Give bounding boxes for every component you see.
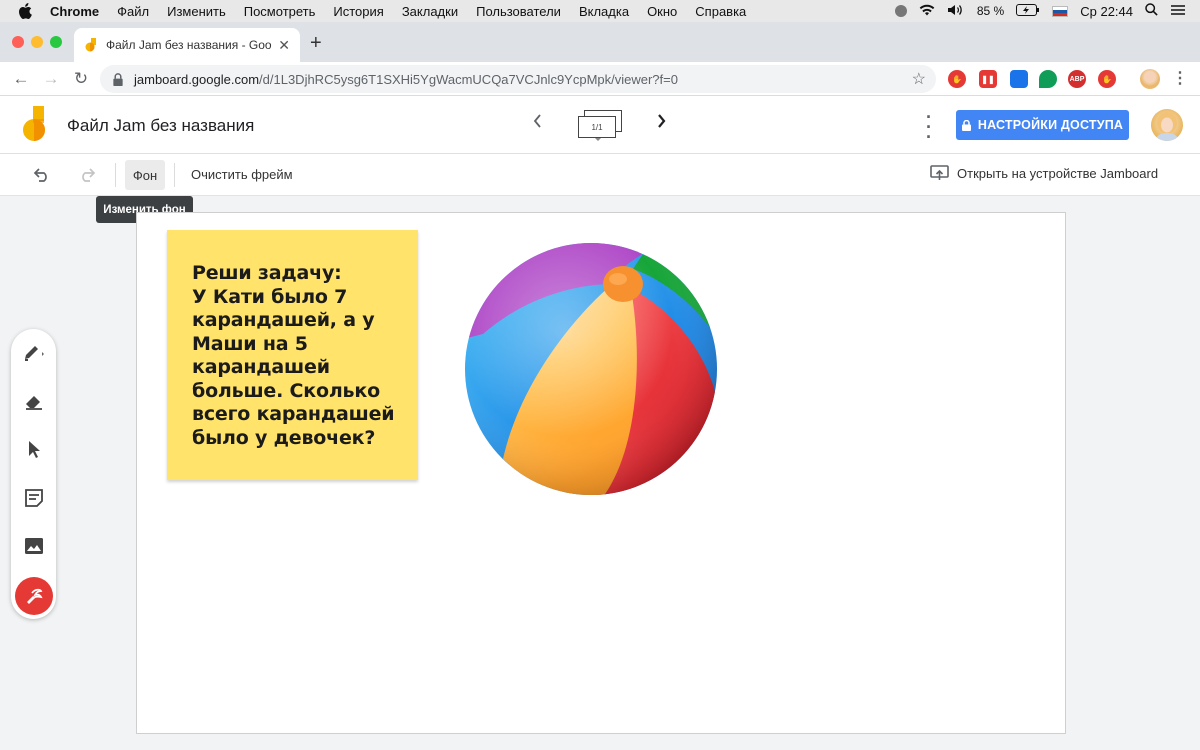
jam-frame-canvas[interactable]: Реши задачу: У Кати было 7 карандашей, а… (136, 212, 1066, 734)
next-frame-icon[interactable] (657, 113, 667, 134)
toolbar-divider (115, 163, 116, 187)
clock[interactable]: Ср 22:44 (1080, 4, 1133, 19)
clear-frame-button[interactable]: Очистить фрейм (191, 167, 293, 182)
control-center-icon[interactable] (1170, 4, 1186, 19)
menu-people[interactable]: Пользователи (476, 4, 561, 19)
menu-app-name[interactable]: Chrome (50, 4, 99, 19)
share-settings-button[interactable]: НАСТРОЙКИ ДОСТУПА (956, 110, 1129, 140)
extension-adblock-icon[interactable]: ABP (1068, 70, 1086, 88)
select-cursor-icon[interactable] (22, 437, 46, 461)
menu-bookmarks[interactable]: Закладки (402, 4, 458, 19)
browser-tab-strip: Файл Jam без названия - Goo ✕ + (0, 22, 1200, 62)
jamboard-header: Файл Jam без названия 1/1 · · · НАСТРОЙКИ … (0, 96, 1200, 154)
menu-view[interactable]: Посмотреть (244, 4, 316, 19)
more-options-icon[interactable]: · · · (922, 108, 936, 146)
extension-hangouts-icon[interactable] (1039, 70, 1057, 88)
close-window-button[interactable] (12, 36, 24, 48)
jamboard-favicon-icon (85, 38, 96, 52)
chevron-down-icon (595, 138, 601, 141)
volume-icon[interactable] (947, 4, 965, 19)
extension-pause-icon[interactable]: ❚❚ (979, 70, 997, 88)
laser-icon (27, 588, 43, 604)
tab-title: Файл Jam без названия - Goo (106, 38, 272, 52)
lock-icon[interactable] (112, 72, 124, 86)
url-host: jamboard.google.com (134, 71, 260, 87)
open-on-jamboard-label: Открыть на устройстве Jamboard (957, 166, 1159, 181)
menu-file[interactable]: Файл (117, 4, 149, 19)
beach-ball-image[interactable] (463, 239, 723, 497)
open-on-jamboard-button[interactable]: Открыть на устройстве Jamboard (930, 165, 1158, 182)
cast-to-device-icon (930, 165, 949, 180)
tool-palette (11, 329, 56, 619)
input-language-flag-icon[interactable] (1052, 5, 1069, 17)
menu-tab[interactable]: Вкладка (579, 4, 629, 19)
menu-edit[interactable]: Изменить (167, 4, 226, 19)
redo-icon[interactable] (77, 165, 97, 185)
forward-arrow-icon[interactable]: → (40, 68, 62, 90)
image-tool-icon[interactable] (22, 534, 46, 558)
battery-percent: 85 % (976, 4, 1005, 18)
sticky-note[interactable]: Реши задачу: У Кати было 7 карандашей, а… (167, 230, 418, 480)
undo-icon[interactable] (32, 165, 52, 185)
toolbar-divider (174, 163, 175, 187)
spotlight-search-icon[interactable] (1145, 3, 1158, 19)
sticky-note-tool-icon[interactable] (22, 486, 46, 510)
eraser-tool-icon[interactable] (22, 389, 46, 413)
background-button[interactable]: Фон (125, 160, 165, 190)
browser-toolbar: ← → ↻ jamboard.google.com/d/1L3DjhRC5ysg… (0, 62, 1200, 96)
chrome-profile-avatar[interactable] (1140, 69, 1160, 89)
frame-counter: 1/1 (578, 116, 616, 138)
new-tab-button[interactable]: + (310, 32, 322, 55)
bookmark-star-icon[interactable]: ☆ (912, 69, 926, 89)
pen-tool-icon[interactable] (22, 341, 46, 365)
back-arrow-icon[interactable]: ← (10, 68, 32, 90)
window-controls (12, 36, 62, 48)
user-avatar[interactable] (1151, 109, 1183, 141)
wifi-icon[interactable] (919, 4, 935, 19)
macos-menubar: Chrome Файл Изменить Посмотреть История … (0, 0, 1200, 22)
frame-bar-toggle[interactable]: 1/1 (578, 110, 624, 141)
sticky-note-text: Реши задачу: У Кати было 7 карандашей, а… (192, 262, 395, 449)
minimize-window-button[interactable] (31, 36, 43, 48)
jamboard-toolbar: Фон Очистить фрейм Открыть на устройстве… (0, 154, 1200, 196)
chrome-menu-icon[interactable]: ⋮ (1172, 68, 1188, 90)
file-title[interactable]: Файл Jam без названия (67, 116, 254, 136)
menu-window[interactable]: Окно (647, 4, 677, 19)
lock-icon (961, 119, 971, 131)
reload-icon[interactable]: ↻ (70, 68, 92, 90)
browser-tab-active[interactable]: Файл Jam без названия - Goo ✕ (74, 28, 300, 62)
previous-frame-icon[interactable] (532, 113, 542, 134)
menu-help[interactable]: Справка (695, 4, 746, 19)
extension-bookmark-icon[interactable] (1010, 70, 1028, 88)
extension-hand-icon[interactable]: ✋ (1098, 70, 1116, 88)
extension-stop-icon[interactable]: ✋ (948, 70, 966, 88)
zoom-window-button[interactable] (50, 36, 62, 48)
menubar-status-area: 85 % Ср 22:44 (894, 0, 1186, 22)
apple-icon[interactable] (18, 3, 34, 19)
notification-icon[interactable] (894, 5, 907, 17)
battery-icon[interactable] (1016, 3, 1040, 19)
menu-history[interactable]: История (333, 4, 383, 19)
jamboard-logo-icon (23, 106, 45, 141)
share-button-label: НАСТРОЙКИ ДОСТУПА (977, 118, 1124, 132)
laser-pointer-button[interactable] (15, 577, 53, 615)
address-bar[interactable]: jamboard.google.com/d/1L3DjhRC5ysg6T1SXH… (100, 65, 936, 93)
close-tab-icon[interactable]: ✕ (278, 37, 290, 54)
url-path: /d/1L3DjhRC5ysg6T1SXHi5YgWacmUCQa7VCJnlc… (259, 71, 678, 87)
